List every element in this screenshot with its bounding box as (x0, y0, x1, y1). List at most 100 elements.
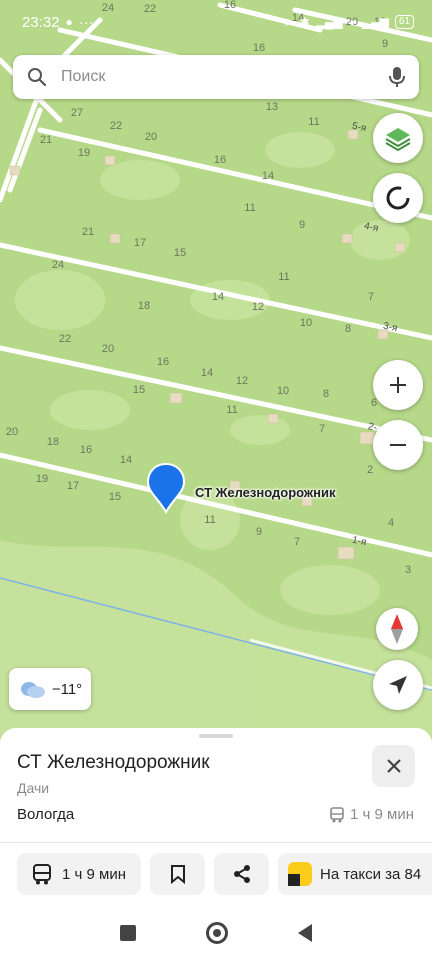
drag-handle[interactable] (199, 734, 233, 738)
plot-number: 21 (39, 134, 53, 146)
plot-number: 20 (144, 131, 158, 143)
zoom-in-button[interactable] (373, 360, 423, 410)
minus-icon (390, 444, 406, 446)
layers-button[interactable] (373, 113, 423, 163)
plot-number: 4 (387, 517, 395, 529)
plot-number: 14 (119, 454, 133, 466)
plot-number: 20 (101, 343, 115, 355)
more-dots: ··· (78, 13, 94, 31)
taxi-button[interactable]: На такси за 84 (278, 853, 432, 895)
route-label: 1 ч 9 мин (62, 865, 126, 883)
plot-number: 16 (213, 154, 227, 166)
plot-number: 17 (133, 237, 147, 249)
plot-number: 16 (79, 444, 93, 456)
status-bar: 23:32 ● ··· ➤ ✱ ▂▄▆ ◗ ▂▄▆ 61 (0, 0, 432, 44)
share-button[interactable] (214, 853, 269, 895)
transit-time-label: 1 ч 9 мин (350, 806, 414, 823)
plot-number: 15 (108, 491, 122, 503)
place-category: Дачи (17, 780, 50, 796)
bookmark-button[interactable] (150, 853, 205, 895)
plot-number: 14 (211, 291, 225, 303)
weather-widget[interactable]: −11° (9, 668, 91, 710)
map-view[interactable]: 24 22 16 20 18 16 14 13 11 9 27 22 20 21… (0, 0, 432, 740)
signal-icon: ▂▄▆ (315, 15, 343, 29)
plot-number: 14 (200, 367, 214, 379)
microphone-icon[interactable] (389, 66, 405, 88)
cloudy-weather-icon (20, 682, 45, 698)
search-input[interactable] (59, 67, 389, 87)
plot-number: 10 (276, 385, 290, 397)
compass-icon (391, 614, 403, 644)
bus-icon (330, 806, 344, 822)
plot-number: 13 (265, 101, 279, 113)
bookmark-icon (170, 865, 185, 884)
plot-number: 3 (404, 564, 412, 576)
my-location-button[interactable] (373, 660, 423, 710)
plot-number: 17 (66, 480, 80, 492)
plot-number: 15 (132, 384, 146, 396)
plot-number: 19 (77, 147, 91, 159)
plot-number: 19 (35, 473, 49, 485)
plot-number: 11 (226, 404, 238, 416)
taxi-icon (288, 862, 312, 886)
plot-number: 12 (251, 301, 265, 313)
plot-number: 11 (204, 514, 216, 526)
home-button[interactable] (206, 921, 228, 944)
plot-number: 18 (137, 300, 151, 312)
plot-number: 7 (293, 536, 301, 548)
wifi-icon: ◗ (348, 15, 356, 29)
plot-number: 14 (261, 170, 275, 182)
plot-number: 9 (298, 219, 306, 231)
plot-number: 22 (58, 333, 72, 345)
plus-icon (390, 377, 406, 393)
plot-number: 2 (366, 464, 374, 476)
share-icon (233, 865, 250, 883)
search-icon (28, 68, 47, 87)
place-title: СТ Железнодорожник (17, 752, 210, 773)
plot-number: 22 (109, 120, 123, 132)
bluetooth-icon: ✱ (299, 15, 310, 29)
plot-number: 15 (173, 247, 187, 259)
plot-number: 16 (156, 356, 170, 368)
plot-number: 10 (299, 317, 313, 329)
back-button[interactable] (298, 923, 312, 942)
temperature: −11° (51, 680, 83, 698)
location-arrow-icon: ➤ (283, 15, 294, 29)
plot-number: 7 (318, 423, 326, 435)
search-bar[interactable] (13, 55, 419, 99)
plot-number: 11 (244, 202, 256, 214)
plot-number: 18 (46, 436, 60, 448)
place-city: Вологда (17, 806, 75, 823)
clock: 23:32 (22, 13, 60, 31)
system-nav-bar (0, 905, 432, 960)
signal-icon: ▂▄▆ (361, 15, 389, 29)
divider (0, 842, 432, 843)
taxi-label: На такси за 84 (320, 865, 422, 883)
plot-number: 12 (235, 375, 249, 387)
plot-number: 9 (255, 526, 263, 538)
navigation-arrow-icon (389, 676, 407, 694)
close-icon (386, 759, 401, 773)
poi-label[interactable]: СТ Железнодорожник (195, 485, 335, 500)
close-button[interactable] (372, 745, 415, 787)
plot-number: 27 (70, 107, 84, 119)
map-canvas (0, 2, 432, 740)
zoom-out-button[interactable] (373, 420, 423, 470)
layers-icon (385, 128, 411, 152)
plot-number: 8 (322, 388, 330, 400)
guidance-button[interactable] (373, 173, 423, 223)
route-button[interactable]: 1 ч 9 мин (17, 853, 141, 895)
plot-number: 11 (278, 271, 290, 283)
transit-time: 1 ч 9 мин (330, 806, 414, 823)
plot-number: 6 (370, 397, 378, 409)
plot-number: 8 (344, 323, 352, 335)
plot-number: 20 (5, 426, 19, 438)
compass-button[interactable] (376, 608, 418, 650)
plot-number: 24 (51, 259, 65, 271)
plot-number: 7 (367, 291, 375, 303)
bus-icon (33, 864, 51, 885)
plot-number: 21 (81, 226, 95, 238)
location-marker-icon[interactable] (146, 462, 186, 514)
recent-apps-button[interactable] (120, 924, 136, 941)
alice-icon (386, 186, 410, 210)
